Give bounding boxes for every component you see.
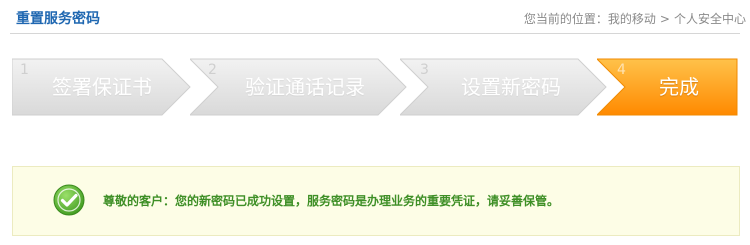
page-title: 重置服务密码 (16, 11, 100, 27)
step-4: 4 完成 (597, 56, 740, 118)
page-header: 重置服务密码 您当前的位置：我的移动 > 个人安全中心 (0, 0, 750, 34)
step-4-label: 完成 (659, 75, 699, 99)
step-1-label: 签署保证书 (52, 75, 152, 99)
breadcrumb-item-security-center: 个人安全中心 (673, 12, 746, 26)
progress-steps: 1 签署保证书 2 验证通话记录 3 设置新密码 4 完成 (0, 56, 750, 118)
breadcrumb-prefix: 您当前的位置： (523, 12, 608, 26)
step-2: 2 验证通话记录 (190, 56, 410, 118)
step-1: 1 签署保证书 (12, 56, 192, 118)
breadcrumb: 您当前的位置：我的移动 > 个人安全中心 (524, 10, 746, 27)
step-3: 3 设置新密码 (400, 56, 610, 118)
step-3-label: 设置新密码 (461, 75, 561, 99)
check-circle-icon (53, 184, 85, 216)
step-2-label: 验证通话记录 (245, 75, 365, 99)
success-notice: 尊敬的客户：您的新密码已成功设置，服务密码是办理业务的重要凭证，请妥善保管。 (12, 166, 740, 236)
breadcrumb-separator: > (659, 12, 670, 26)
breadcrumb-item-my-mobile[interactable]: 我的移动 (608, 12, 656, 26)
header-divider (10, 33, 740, 34)
success-message: 尊敬的客户：您的新密码已成功设置，服务密码是办理业务的重要凭证，请妥善保管。 (103, 194, 560, 208)
